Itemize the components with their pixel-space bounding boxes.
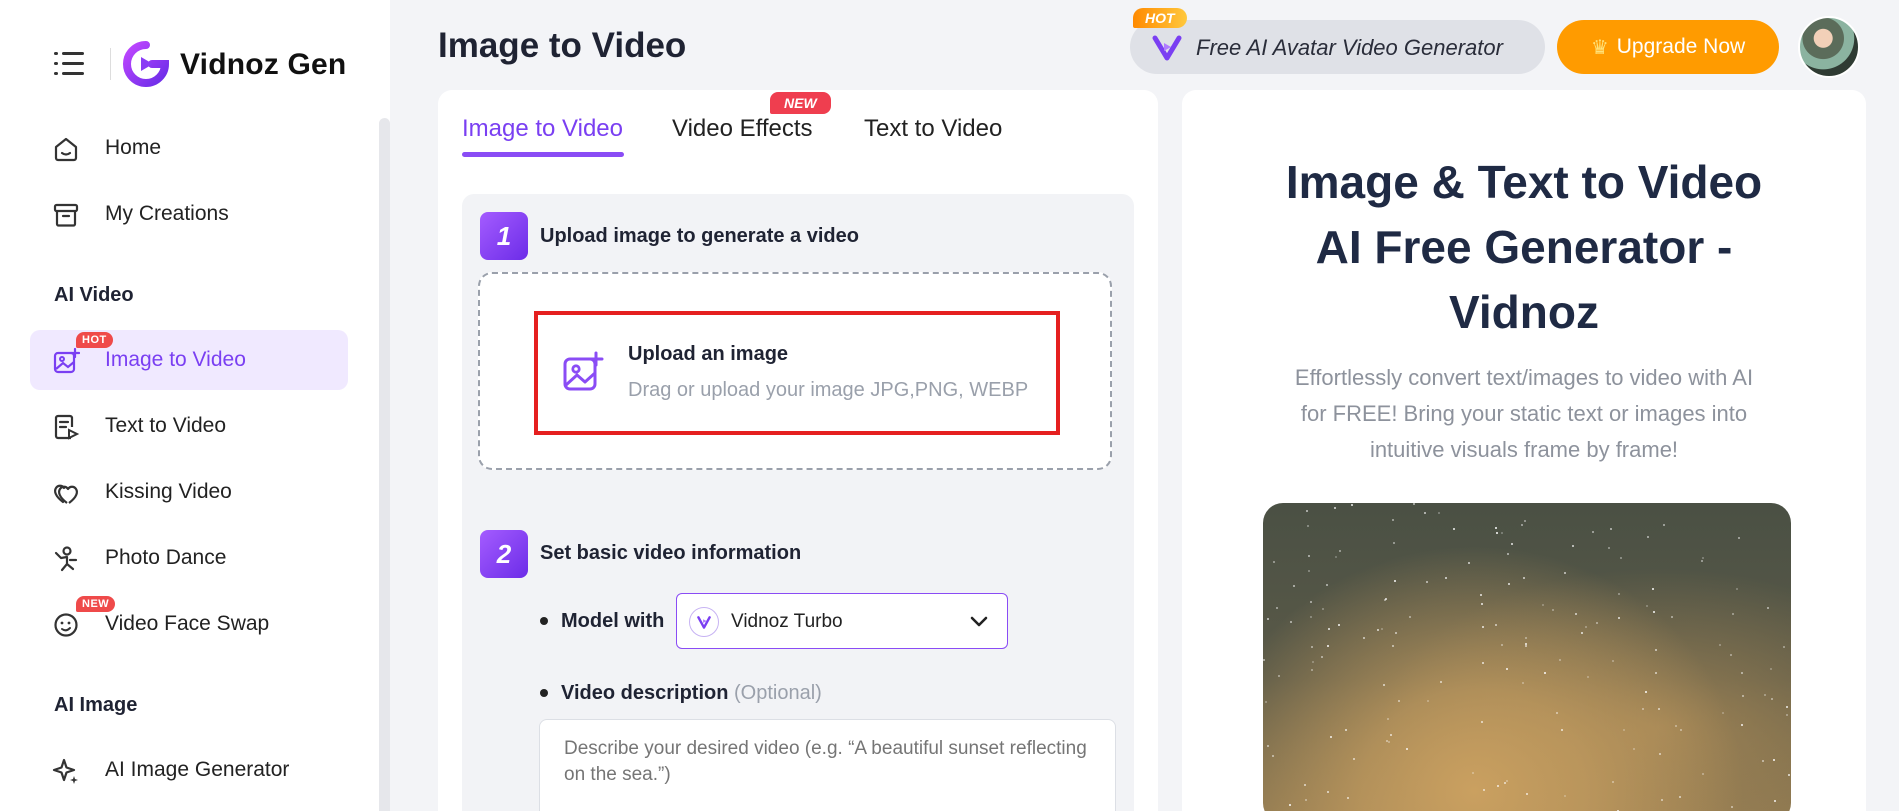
bullet xyxy=(540,617,548,625)
menu-icon[interactable] xyxy=(54,50,84,78)
archive-icon xyxy=(53,203,79,227)
model-label: Model with xyxy=(561,610,665,632)
sidebar-item-label: Text to Video xyxy=(105,414,227,437)
sidebar-scrollbar[interactable] xyxy=(379,118,390,811)
video-description-label: Video description (Optional) xyxy=(561,682,822,705)
promo-text: Free AI Avatar Video Generator xyxy=(1196,35,1503,60)
upgrade-label: Upgrade Now xyxy=(1616,35,1746,58)
sidebar-item-home[interactable]: Home xyxy=(30,118,348,178)
hero-subtitle-line: for FREE! Bring your static text or imag… xyxy=(1300,401,1748,426)
hero-title-line: AI Free Generator - xyxy=(1315,221,1733,273)
vidnoz-v-icon xyxy=(1152,35,1182,61)
bullet xyxy=(540,689,548,697)
dance-icon xyxy=(54,546,78,572)
sidebar-item-label: My Creations xyxy=(105,202,229,225)
logo-divider xyxy=(110,48,111,80)
hero-subtitle-line: intuitive visuals frame by frame! xyxy=(1369,437,1679,462)
sidebar-item-my-creations[interactable]: My Creations xyxy=(30,184,348,244)
model-select[interactable]: Vidnoz Turbo xyxy=(676,593,1008,649)
sidebar-item-label: Home xyxy=(105,136,162,159)
image-plus-icon xyxy=(563,351,604,391)
hero-title-line: Image & Text to Video xyxy=(1285,156,1763,208)
page-title: Image to Video xyxy=(438,26,687,65)
optional-hint: (Optional) xyxy=(734,682,822,704)
sidebar: Vidnoz Gen Home My Creations AI Video Im… xyxy=(0,0,390,811)
home-icon xyxy=(54,137,78,162)
step-2-number: 2 xyxy=(480,530,528,578)
vidnoz-logo-icon xyxy=(123,41,170,87)
logo-text: Vidnoz Gen xyxy=(180,48,347,81)
hero-title: Image & Text to Video AI Free Generator … xyxy=(1182,150,1866,345)
hero-title-line: Vidnoz xyxy=(1449,286,1599,338)
tab-video-effects[interactable]: Video Effects xyxy=(672,115,813,143)
user-avatar[interactable] xyxy=(1798,16,1860,78)
avatar-generator-promo-button[interactable]: HOT Free AI Avatar Video Generator xyxy=(1130,8,1545,74)
model-value: Vidnoz Turbo xyxy=(731,611,843,632)
upload-image-button[interactable]: Upload an image Drag or upload your imag… xyxy=(534,311,1060,435)
active-tab-indicator xyxy=(462,152,624,157)
sidebar-item-text-to-video[interactable]: Text to Video xyxy=(30,396,348,456)
upload-subtitle: Drag or upload your image JPG,PNG, WEBP xyxy=(628,379,1029,401)
upgrade-now-button[interactable]: ♛ Upgrade Now xyxy=(1557,20,1779,74)
hero-subtitle: Effortlessly convert text/images to vide… xyxy=(1262,360,1786,468)
video-description-input[interactable] xyxy=(539,719,1116,811)
chevron-down-icon xyxy=(970,616,988,627)
hot-badge: HOT xyxy=(76,332,113,348)
sidebar-item-label: Video Face Swap xyxy=(105,612,270,635)
sidebar-item-kissing-video[interactable]: Kissing Video xyxy=(30,462,348,522)
tab-text-to-video[interactable]: Text to Video xyxy=(864,115,1002,143)
sparkle-icon xyxy=(52,758,78,784)
sidebar-item-label: AI Image Generator xyxy=(105,758,290,781)
section-title-ai-video: AI Video xyxy=(54,284,134,306)
hero-subtitle-line: Effortlessly convert text/images to vide… xyxy=(1294,365,1754,390)
tab-image-to-video[interactable]: Image to Video xyxy=(462,115,623,143)
hot-badge: HOT xyxy=(1133,8,1187,28)
hearts-icon xyxy=(54,484,78,504)
step-2-title: Set basic video information xyxy=(540,542,802,564)
sidebar-item-ai-image-generator[interactable]: AI Image Generator xyxy=(30,740,348,800)
sidebar-item-label: Photo Dance xyxy=(105,546,227,569)
vidnoz-v-icon xyxy=(689,607,719,637)
sidebar-item-photo-dance[interactable]: Photo Dance xyxy=(30,528,348,588)
sidebar-item-label: Kissing Video xyxy=(105,480,232,503)
hero-preview-image xyxy=(1263,503,1791,811)
face-swap-icon xyxy=(54,613,78,637)
step-1-title: Upload image to generate a video xyxy=(540,225,859,247)
section-title-ai-image: AI Image xyxy=(54,694,138,716)
image-plus-icon xyxy=(53,347,80,374)
video-description-label-text: Video description xyxy=(561,682,729,704)
new-badge: NEW xyxy=(770,92,831,114)
crown-icon: ♛ xyxy=(1590,36,1609,59)
doc-play-icon xyxy=(54,414,80,440)
step-1-number: 1 xyxy=(480,212,528,260)
sidebar-item-label: Image to Video xyxy=(105,348,246,371)
upload-title: Upload an image xyxy=(628,343,789,365)
new-badge: NEW xyxy=(76,596,116,612)
